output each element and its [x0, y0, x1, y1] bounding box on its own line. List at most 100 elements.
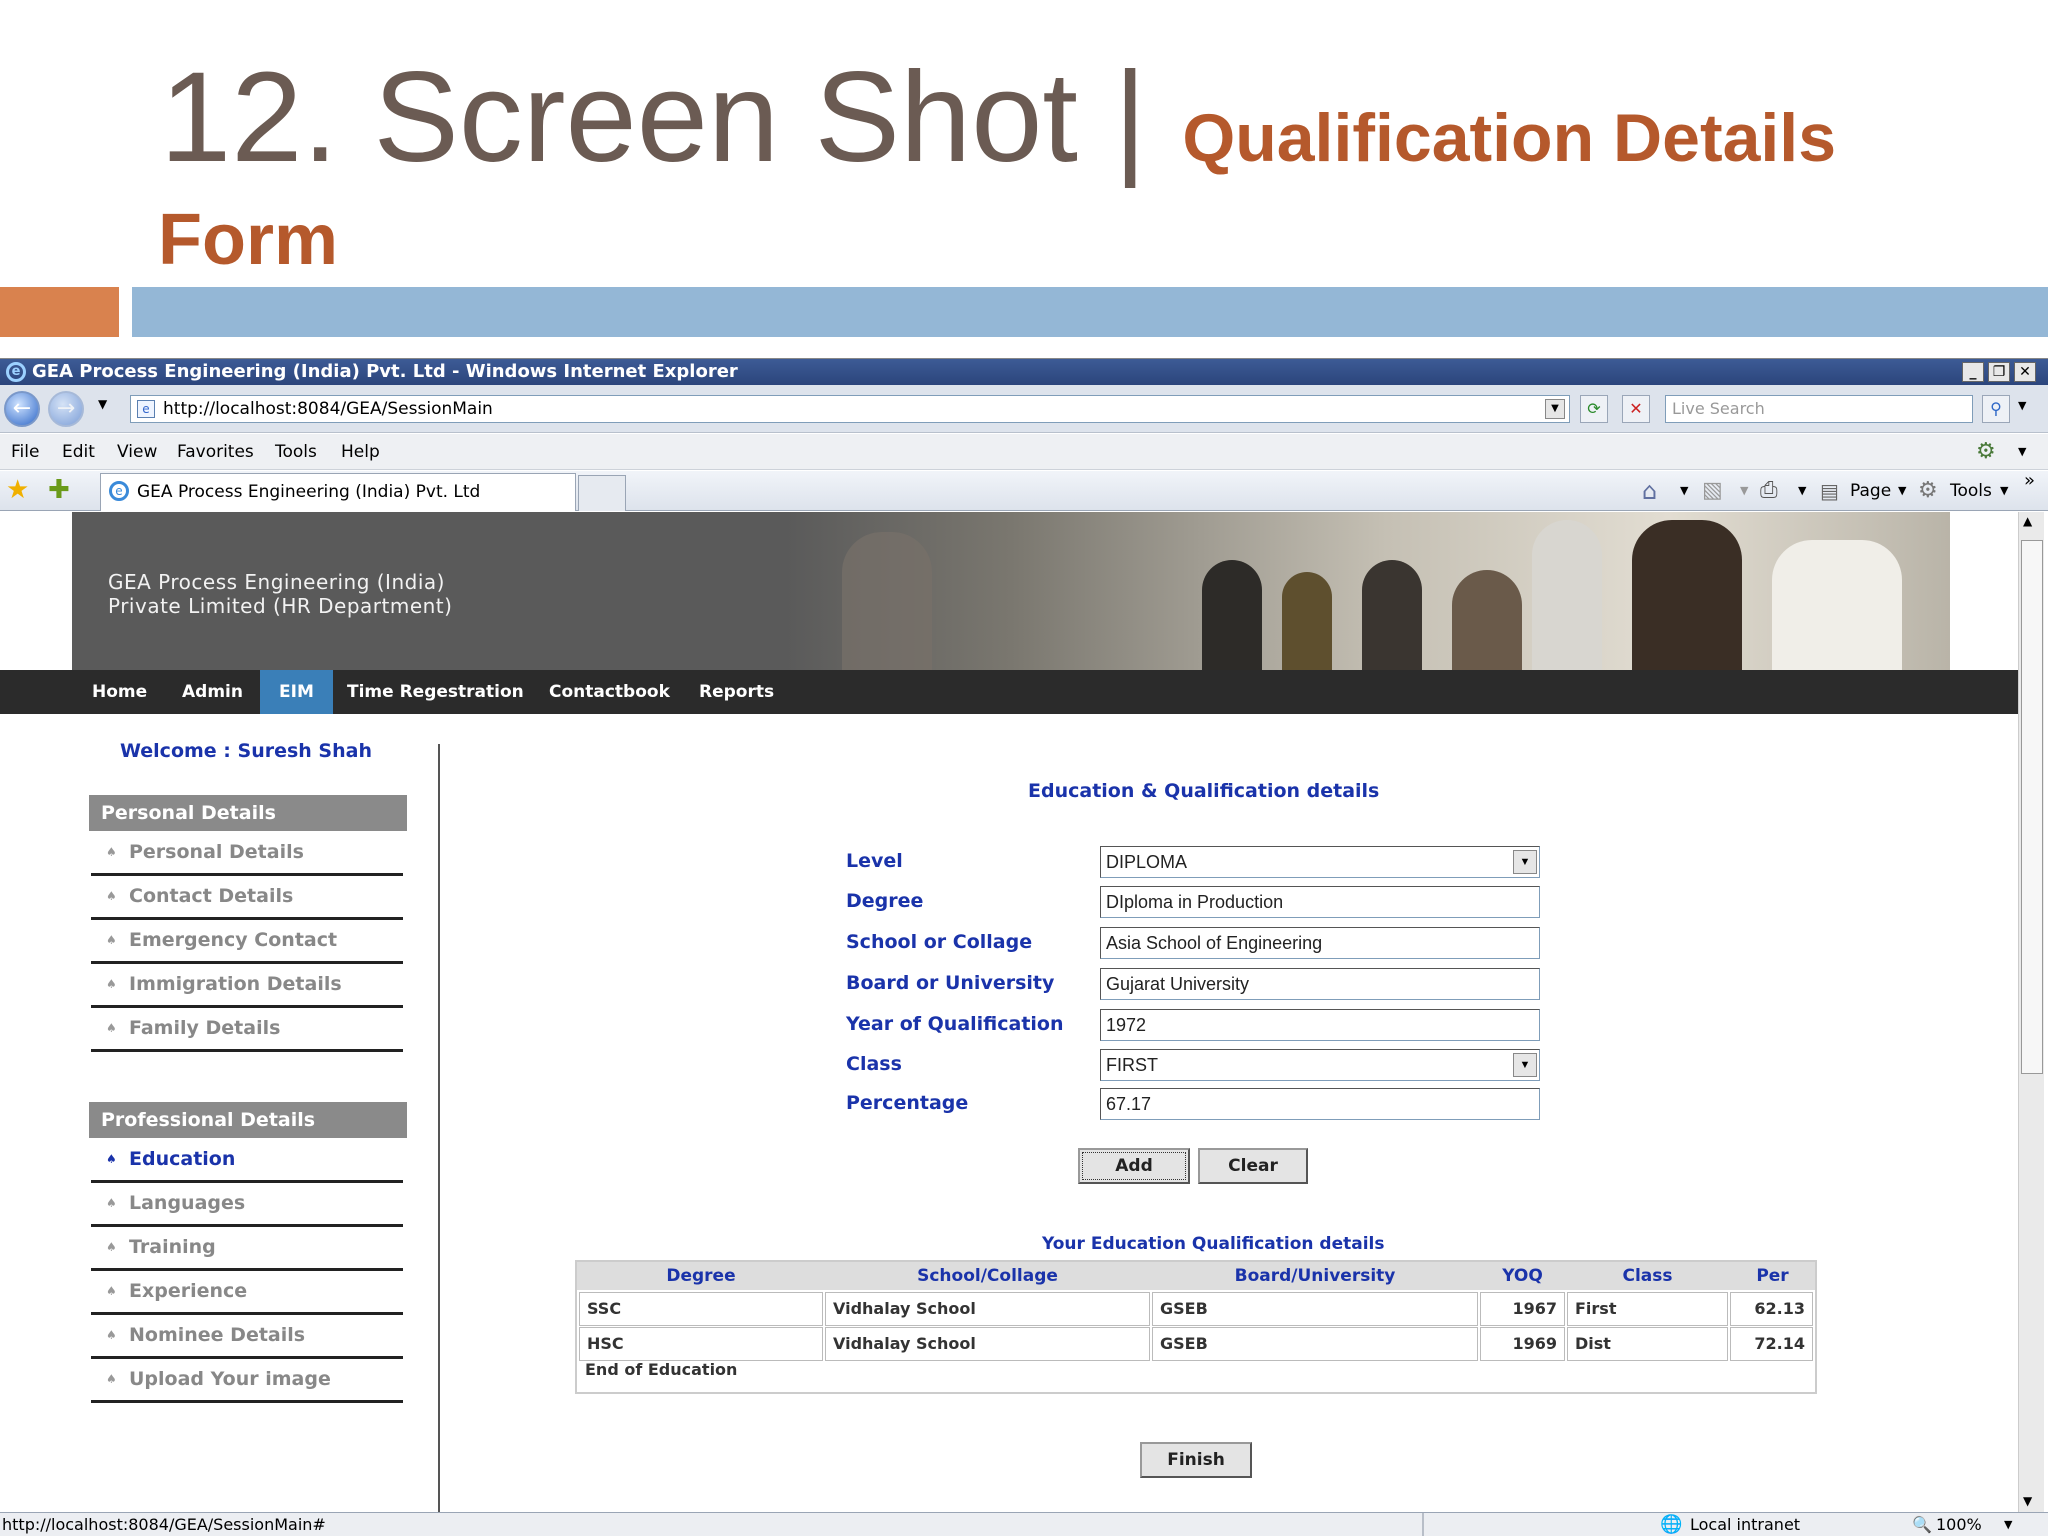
sidebar-item-nominee-details[interactable]: ♠ Nominee Details: [91, 1315, 403, 1359]
scroll-thumb[interactable]: [2021, 540, 2043, 1074]
favorites-star-icon[interactable]: ★: [6, 475, 29, 505]
sidebar-item-contact-details[interactable]: ♠ Contact Details: [91, 876, 403, 920]
browser-window: e GEA Process Engineering (India) Pvt. L…: [0, 358, 2048, 1536]
slide-title-main: 12. Screen Shot |: [160, 46, 1183, 189]
site-banner: GEA Process Engineering (India) Private …: [72, 512, 1950, 670]
print-icon[interactable]: ⎙: [1760, 471, 1778, 511]
accent-bar-blue: [132, 287, 2048, 337]
bullet-icon: ♠: [106, 977, 117, 991]
home-icon[interactable]: ⌂: [1642, 471, 1657, 511]
nav-contactbook[interactable]: Contactbook: [530, 670, 689, 714]
sidebar-item-languages[interactable]: ♠ Languages: [91, 1183, 403, 1227]
ie-logo-icon: e: [6, 362, 26, 382]
clear-button[interactable]: Clear: [1198, 1148, 1308, 1184]
minimize-icon[interactable]: _: [1962, 362, 1984, 382]
menu-tools[interactable]: Tools: [275, 434, 317, 470]
bullet-icon: ♠: [106, 1152, 117, 1166]
page-menu-button[interactable]: Page: [1850, 471, 1891, 511]
new-tab-button[interactable]: [578, 475, 626, 511]
window-titlebar: e GEA Process Engineering (India) Pvt. L…: [0, 359, 2048, 385]
level-select[interactable]: DIPLOMA ▼: [1100, 846, 1540, 878]
nav-eim[interactable]: EIM: [260, 670, 333, 714]
sidebar-item-immigration-details[interactable]: ♠ Immigration Details: [91, 964, 403, 1008]
tools-menu-button[interactable]: Tools: [1950, 471, 1992, 511]
url-dropdown-icon[interactable]: ▼: [1545, 399, 1565, 419]
status-zone: Local intranet: [1690, 1515, 1801, 1534]
year-input[interactable]: 1972: [1100, 1009, 1540, 1041]
menu-view[interactable]: View: [117, 434, 157, 470]
class-select[interactable]: FIRST ▼: [1100, 1049, 1540, 1081]
board-label: Board or University: [846, 972, 1055, 994]
chevron-more-icon[interactable]: »: [2024, 461, 2035, 501]
vertical-scrollbar[interactable]: ▲ ▼: [2018, 512, 2044, 1512]
column-header-board: Board/University: [1150, 1262, 1480, 1290]
chevron-down-icon[interactable]: ▼: [1513, 1053, 1537, 1077]
sidebar-item-label: Upload Your image: [129, 1368, 331, 1390]
zoom-level[interactable]: 100%: [1936, 1513, 1982, 1536]
school-label: School or Collage: [846, 931, 1033, 953]
refresh-icon[interactable]: ⟳: [1580, 395, 1608, 423]
menu-help[interactable]: Help: [341, 434, 380, 470]
education-table: Degree School/Collage Board/University Y…: [575, 1260, 1817, 1394]
sidebar-item-training[interactable]: ♠ Training: [91, 1227, 403, 1271]
slide-title-sub2: Form: [158, 200, 338, 280]
scroll-up-icon[interactable]: ▲: [2023, 514, 2032, 528]
home-dropdown-icon[interactable]: ▼: [1680, 471, 1688, 511]
search-icon[interactable]: ⚲: [1982, 395, 2010, 423]
tools-gear-icon[interactable]: ⚙: [1918, 471, 1938, 511]
sidebar-item-education[interactable]: ♠ Education: [91, 1139, 403, 1183]
bullet-icon: ♠: [106, 1240, 117, 1254]
search-options-icon[interactable]: ▼: [2018, 399, 2026, 412]
banner-photo: [1282, 572, 1332, 670]
url-input[interactable]: e http://localhost:8084/GEA/SessionMain …: [130, 395, 1570, 423]
year-value: 1972: [1106, 1015, 1147, 1035]
bullet-icon: ♠: [106, 1196, 117, 1210]
tools-dropdown-icon[interactable]: ▼: [2000, 471, 2008, 511]
print-dropdown-icon[interactable]: ▼: [1798, 471, 1806, 511]
banner-photo: [1532, 520, 1602, 670]
board-input[interactable]: Gujarat University: [1100, 968, 1540, 1000]
sidebar-item-upload-image[interactable]: ♠ Upload Your image: [91, 1359, 403, 1403]
history-dropdown-icon[interactable]: ▼: [98, 397, 107, 411]
column-header-per: Per: [1730, 1262, 1815, 1290]
feeds-dropdown-icon[interactable]: ▼: [1740, 471, 1748, 511]
menu-favorites[interactable]: Favorites: [177, 434, 254, 470]
scroll-down-icon[interactable]: ▼: [2023, 1494, 2032, 1508]
add-favorite-icon[interactable]: ✚: [48, 475, 70, 505]
back-arrow-icon[interactable]: ←: [4, 391, 40, 427]
zoom-dropdown-icon[interactable]: ▼: [2004, 1513, 2012, 1536]
school-input[interactable]: Asia School of Engineering: [1100, 927, 1540, 959]
finish-button[interactable]: Finish: [1140, 1442, 1252, 1478]
bullet-icon: ♠: [106, 933, 117, 947]
feeds-icon[interactable]: ▧: [1702, 471, 1723, 511]
nav-home[interactable]: Home: [73, 670, 166, 714]
sidebar-item-personal-details[interactable]: ♠ Personal Details: [91, 832, 403, 876]
percentage-input[interactable]: 67.17: [1100, 1088, 1540, 1120]
chevron-down-icon[interactable]: ▼: [1513, 850, 1537, 874]
nav-time-registration[interactable]: Time Regestration: [328, 670, 543, 714]
sidebar-item-experience[interactable]: ♠ Experience: [91, 1271, 403, 1315]
sidebar-item-emergency-contact[interactable]: ♠ Emergency Contact: [91, 920, 403, 964]
intranet-globe-icon: 🌐: [1660, 1514, 1683, 1535]
add-button[interactable]: Add: [1078, 1148, 1190, 1184]
restore-icon[interactable]: ❐: [1988, 362, 2010, 382]
zoom-icon[interactable]: 🔍: [1912, 1513, 1932, 1536]
stop-icon[interactable]: ✕: [1622, 395, 1650, 423]
menu-file[interactable]: File: [11, 434, 39, 470]
sidebar-item-family-details[interactable]: ♠ Family Details: [91, 1008, 403, 1052]
menu-edit[interactable]: Edit: [62, 434, 95, 470]
tab-current[interactable]: e GEA Process Engineering (India) Pvt. L…: [100, 473, 576, 511]
year-label: Year of Qualification: [846, 1013, 1064, 1035]
company-name: GEA Process Engineering (India) Private …: [108, 570, 452, 618]
search-input[interactable]: Live Search: [1665, 395, 1973, 423]
ie-tab-icon: e: [109, 481, 129, 501]
degree-input[interactable]: DIploma in Production: [1100, 886, 1540, 918]
nav-admin[interactable]: Admin: [163, 670, 262, 714]
forward-arrow-icon[interactable]: →: [48, 391, 84, 427]
close-window-icon[interactable]: ✕: [2014, 362, 2036, 382]
page-dropdown-icon[interactable]: ▼: [1898, 471, 1906, 511]
column-header-class: Class: [1565, 1262, 1730, 1290]
toolbar-options-icon[interactable]: ⚙: [1976, 434, 1996, 470]
nav-reports[interactable]: Reports: [680, 670, 793, 714]
page-menu-icon[interactable]: ▤: [1820, 471, 1839, 511]
